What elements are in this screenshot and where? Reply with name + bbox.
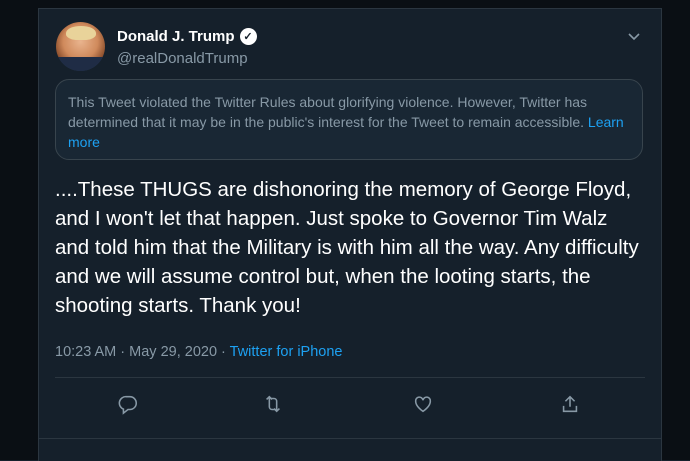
divider bbox=[55, 377, 645, 378]
author-name[interactable]: Donald J. Trump bbox=[117, 28, 235, 45]
tweet-text: ....These THUGS are dishonoring the memo… bbox=[55, 178, 639, 317]
avatar-suit bbox=[56, 57, 105, 71]
heart-icon[interactable] bbox=[412, 393, 434, 415]
tweet-source-link[interactable]: Twitter for iPhone bbox=[230, 344, 343, 360]
chevron-down-icon[interactable] bbox=[627, 29, 641, 43]
reply-icon[interactable] bbox=[117, 393, 139, 415]
tweet-meta: 10:23 AM · May 29, 2020 · Twitter for iP… bbox=[55, 344, 342, 360]
notice-text: This Tweet violated the Twitter Rules ab… bbox=[68, 94, 588, 130]
author-handle[interactable]: @realDonaldTrump bbox=[117, 50, 248, 67]
tweet-timestamp[interactable]: 10:23 AM · May 29, 2020 · bbox=[55, 344, 230, 360]
bottom-divider bbox=[39, 438, 661, 439]
share-icon[interactable] bbox=[559, 393, 581, 415]
rules-violation-notice: This Tweet violated the Twitter Rules ab… bbox=[55, 79, 643, 160]
author-name-row[interactable]: Donald J. Trump ✓ bbox=[117, 28, 257, 45]
retweet-icon[interactable] bbox=[262, 393, 284, 415]
verified-badge-icon: ✓ bbox=[239, 28, 257, 45]
avatar[interactable] bbox=[56, 22, 105, 71]
avatar-hair bbox=[66, 26, 96, 40]
tweet-card: Donald J. Trump ✓ @realDonaldTrump This … bbox=[38, 8, 662, 461]
